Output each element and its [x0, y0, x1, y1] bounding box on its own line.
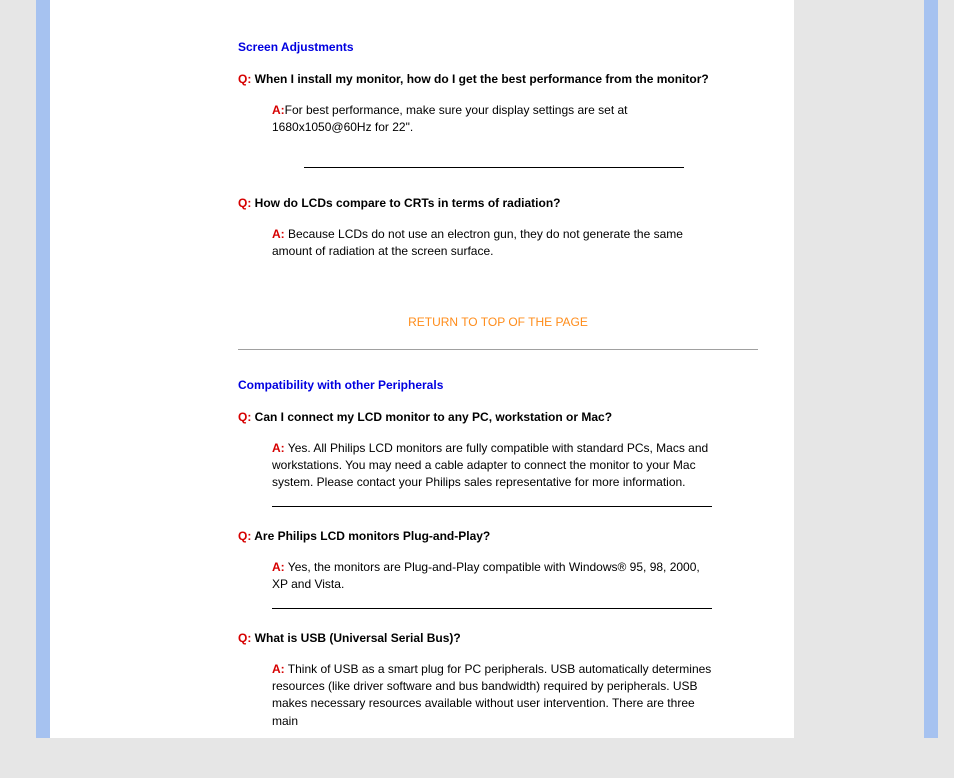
q-text: Are Philips LCD monitors Plug-and-Play? — [251, 529, 490, 543]
blue-bar-left — [36, 0, 50, 738]
content-shell: Screen Adjustments Q: When I install my … — [50, 0, 794, 738]
return-to-top-link[interactable]: RETURN TO TOP OF THE PAGE — [408, 315, 588, 329]
a-text: For best performance, make sure your dis… — [272, 103, 628, 134]
a-label: A: — [272, 103, 285, 117]
question-row: Q: Can I connect my LCD monitor to any P… — [238, 410, 758, 424]
content-area: Screen Adjustments Q: When I install my … — [50, 0, 794, 778]
a-text: Because LCDs do not use an electron gun,… — [272, 227, 683, 258]
heading-screen-adjustments: Screen Adjustments — [238, 40, 758, 54]
a-label: A: — [272, 441, 285, 455]
question-row: Q: How do LCDs compare to CRTs in terms … — [238, 196, 758, 210]
spacer — [238, 511, 758, 529]
answer-block: A: Think of USB as a smart plug for PC p… — [272, 661, 712, 745]
q-text: When I install my monitor, how do I get … — [251, 72, 708, 86]
question-row: Q: Are Philips LCD monitors Plug-and-Pla… — [238, 529, 758, 543]
q-label: Q: — [238, 529, 251, 543]
a-text: Yes. All Philips LCD monitors are fully … — [272, 441, 708, 490]
spacer — [238, 613, 758, 631]
answer-block: A: Yes, the monitors are Plug-and-Play c… — [272, 559, 712, 609]
q-text: Can I connect my LCD monitor to any PC, … — [251, 410, 612, 424]
a-text: Yes, the monitors are Plug-and-Play comp… — [272, 560, 700, 591]
q-label: Q: — [238, 410, 251, 424]
heading-compatibility: Compatibility with other Peripherals — [238, 378, 758, 392]
page-outer: Screen Adjustments Q: When I install my … — [0, 0, 954, 738]
answer-block: A:For best performance, make sure your d… — [272, 102, 712, 151]
a-text: Think of USB as a smart plug for PC peri… — [272, 662, 711, 728]
q-text: How do LCDs compare to CRTs in terms of … — [251, 196, 560, 210]
right-gap — [794, 0, 924, 738]
a-label: A: — [272, 227, 285, 241]
blue-bar-right — [924, 0, 938, 738]
a-label: A: — [272, 662, 285, 676]
question-row: Q: What is USB (Universal Serial Bus)? — [238, 631, 758, 645]
q-label: Q: — [238, 196, 251, 210]
question-row: Q: When I install my monitor, how do I g… — [238, 72, 758, 86]
left-gutter — [0, 0, 36, 738]
divider — [304, 167, 684, 168]
answer-block: A: Yes. All Philips LCD monitors are ful… — [272, 440, 712, 507]
answer-block: A: Because LCDs do not use an electron g… — [272, 226, 712, 275]
a-label: A: — [272, 560, 285, 574]
right-gutter — [938, 0, 954, 738]
q-label: Q: — [238, 72, 251, 86]
return-to-top-row: RETURN TO TOP OF THE PAGE — [238, 315, 758, 329]
section-divider — [238, 349, 758, 350]
q-label: Q: — [238, 631, 251, 645]
q-text: What is USB (Universal Serial Bus)? — [251, 631, 460, 645]
